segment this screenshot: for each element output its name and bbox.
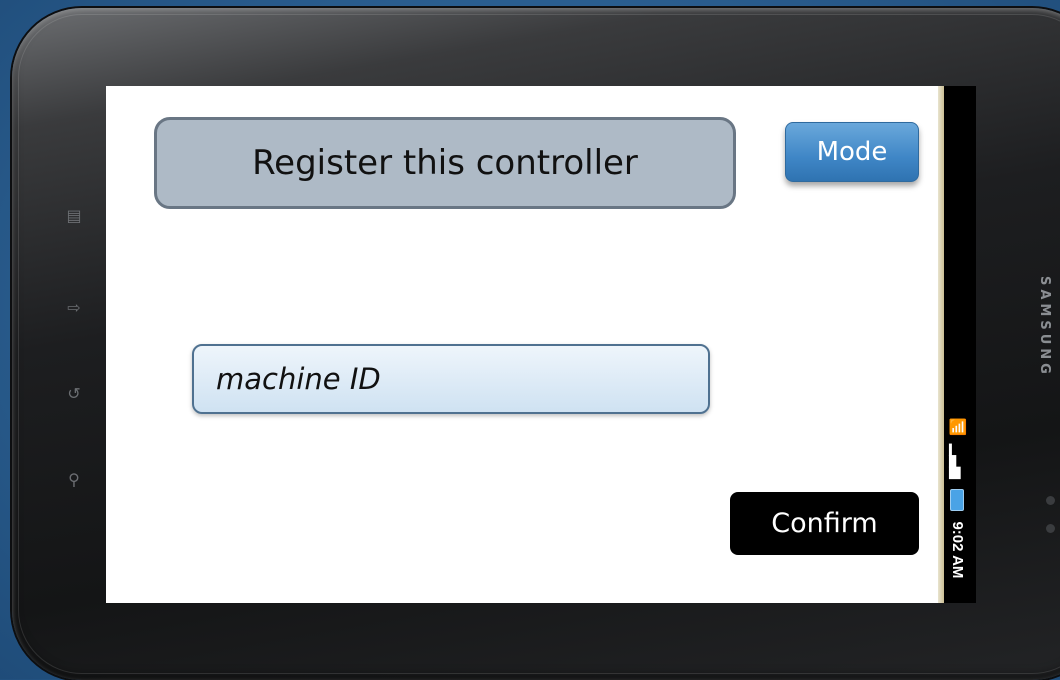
status-bar: 📶 ▁▃▅ 9:02 AM <box>944 86 976 603</box>
battery-icon <box>950 489 964 512</box>
status-time: 9:02 AM <box>949 521 966 579</box>
menu-icon[interactable]: ▤ <box>64 206 84 226</box>
status-items: 📶 ▁▃▅ 9:02 AM <box>948 416 966 578</box>
sensor-dot <box>1046 496 1055 505</box>
camera-dot <box>1046 524 1055 533</box>
brand-logo: SAMSUNG <box>1037 276 1052 378</box>
back-icon[interactable]: ↺ <box>64 384 84 404</box>
search-icon[interactable]: ⚲ <box>64 470 84 490</box>
page-title: Register this controller <box>252 143 638 183</box>
mode-button[interactable]: Mode <box>785 122 919 182</box>
wifi-icon: 📶 <box>949 418 966 437</box>
machine-id-input[interactable]: machine ID <box>192 344 710 414</box>
page-title-box: Register this controller <box>154 117 736 209</box>
home-icon[interactable]: ⇨ <box>64 298 84 318</box>
signal-icon: ▁▃▅ <box>949 444 966 480</box>
confirm-button[interactable]: Confirm <box>730 492 919 555</box>
